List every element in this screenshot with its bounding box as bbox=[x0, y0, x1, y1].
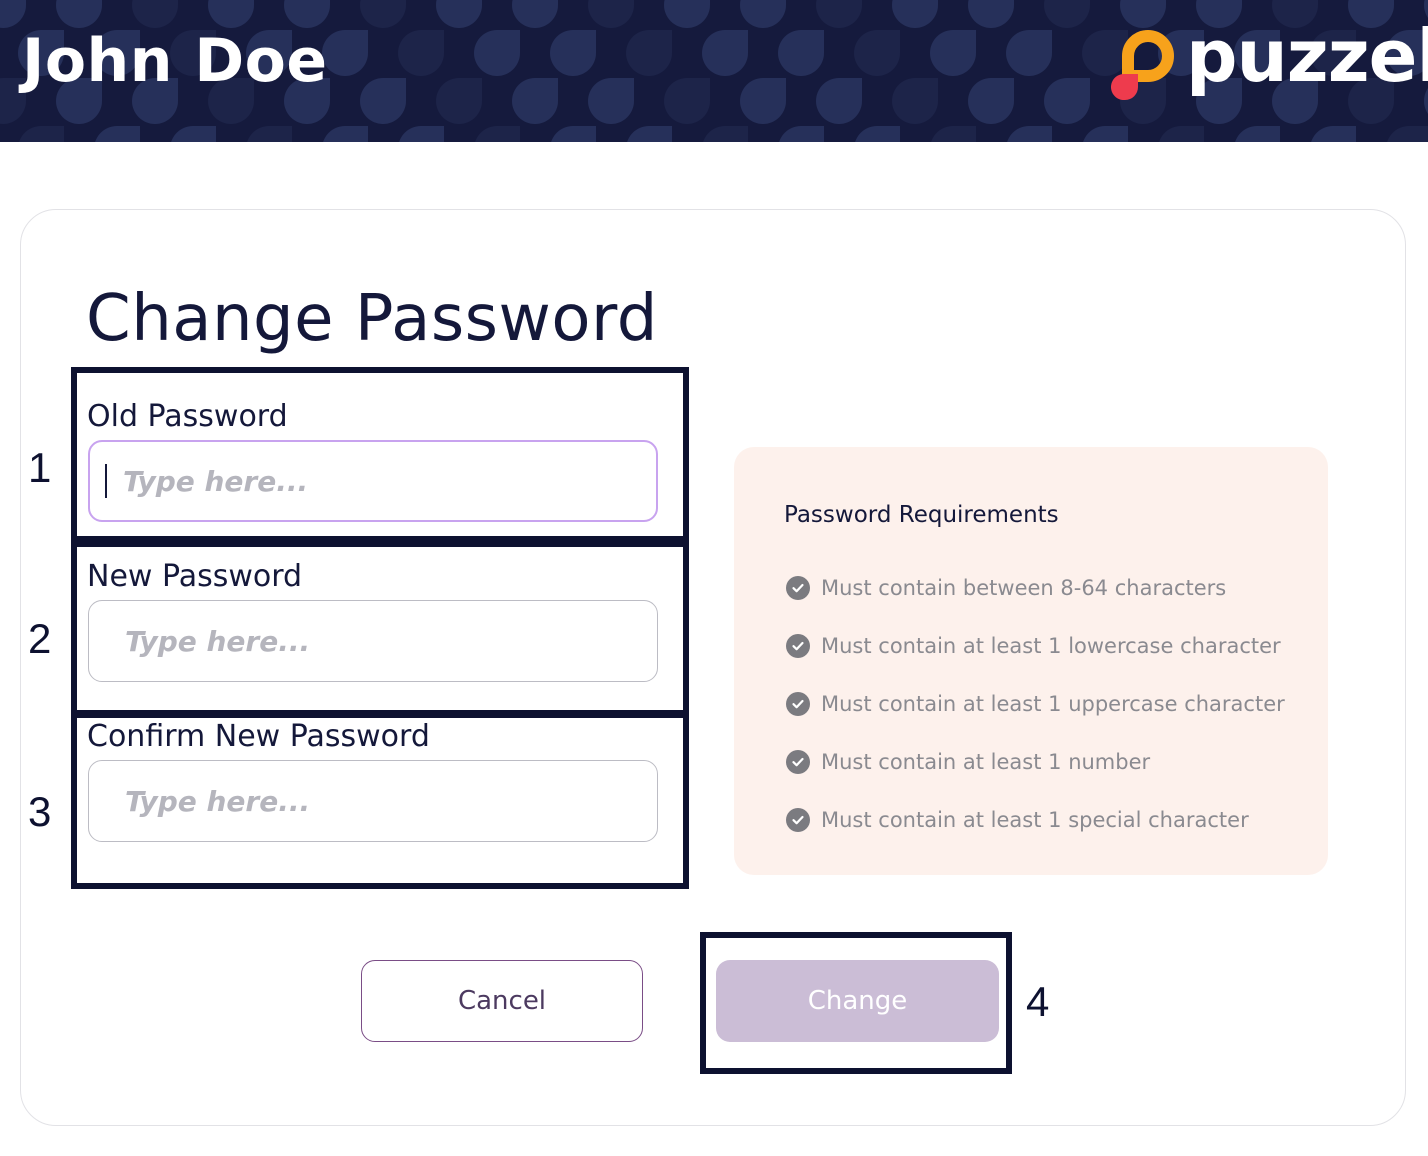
pattern-drop bbox=[702, 126, 748, 142]
requirement-item: Must contain at least 1 special characte… bbox=[786, 808, 1249, 832]
annotation-number-2: 2 bbox=[28, 615, 52, 662]
pattern-drop bbox=[512, 0, 558, 28]
new-password-label: New Password bbox=[87, 559, 303, 594]
pattern-drop bbox=[740, 78, 786, 124]
pattern-drop bbox=[778, 126, 824, 142]
annotation-number-3: 3 bbox=[28, 788, 52, 835]
pattern-drop bbox=[474, 30, 520, 76]
annotation-number-4: 4 bbox=[1026, 978, 1050, 1025]
pattern-drop bbox=[930, 30, 976, 76]
pattern-drop bbox=[0, 0, 26, 28]
annotation-number-1: 1 bbox=[28, 444, 52, 491]
pattern-drop bbox=[968, 78, 1014, 124]
pattern-drop bbox=[626, 30, 672, 76]
check-circle-icon bbox=[786, 692, 810, 716]
requirement-item: Must contain at least 1 uppercase charac… bbox=[786, 692, 1285, 716]
pattern-drop bbox=[778, 30, 824, 76]
pattern-drop bbox=[398, 30, 444, 76]
pattern-drop bbox=[550, 30, 596, 76]
user-name: John Doe bbox=[22, 26, 328, 96]
pattern-drop bbox=[322, 30, 368, 76]
old-password-input[interactable]: Type here... bbox=[88, 440, 658, 522]
puzzel-logo: puzzel bbox=[1108, 14, 1428, 114]
pattern-drop bbox=[436, 78, 482, 124]
pattern-drop bbox=[170, 126, 216, 142]
pattern-drop bbox=[664, 78, 710, 124]
pattern-drop bbox=[588, 0, 634, 28]
pattern-drop bbox=[360, 0, 406, 28]
pattern-drop bbox=[1006, 126, 1052, 142]
logo-text: puzzel bbox=[1186, 14, 1428, 98]
cancel-button[interactable]: Cancel bbox=[361, 960, 643, 1042]
check-circle-icon bbox=[786, 808, 810, 832]
pattern-drop bbox=[1234, 126, 1280, 142]
pattern-drop bbox=[1158, 126, 1204, 142]
pattern-drop bbox=[892, 78, 938, 124]
requirement-text: Must contain at least 1 uppercase charac… bbox=[821, 692, 1285, 716]
pattern-drop bbox=[284, 0, 330, 28]
new-password-placeholder: Type here... bbox=[125, 624, 311, 658]
pattern-drop bbox=[1044, 78, 1090, 124]
pattern-drop bbox=[1006, 30, 1052, 76]
logo-mark-icon bbox=[1110, 30, 1174, 101]
requirement-text: Must contain at least 1 number bbox=[821, 750, 1151, 774]
pattern-drop bbox=[56, 0, 102, 28]
requirement-item: Must contain at least 1 lowercase charac… bbox=[786, 634, 1281, 658]
requirement-text: Must contain between 8-64 characters bbox=[821, 576, 1227, 600]
pattern-drop bbox=[816, 78, 862, 124]
requirement-item: Must contain at least 1 number bbox=[786, 750, 1150, 774]
app-header: John Doe puzzel bbox=[0, 0, 1428, 142]
password-requirements-panel: Password Requirements Must contain betwe… bbox=[734, 447, 1328, 875]
pattern-drop bbox=[550, 126, 596, 142]
requirement-text: Must contain at least 1 special characte… bbox=[821, 808, 1249, 832]
requirement-text: Must contain at least 1 lowercase charac… bbox=[821, 634, 1281, 658]
pattern-drop bbox=[474, 126, 520, 142]
pattern-drop bbox=[816, 0, 862, 28]
pattern-drop bbox=[854, 126, 900, 142]
old-password-label: Old Password bbox=[87, 399, 288, 434]
pattern-drop bbox=[1310, 126, 1356, 142]
pattern-drop bbox=[322, 126, 368, 142]
pattern-drop bbox=[360, 78, 406, 124]
pattern-drop bbox=[1044, 0, 1090, 28]
pattern-drop bbox=[398, 126, 444, 142]
pattern-drop bbox=[18, 126, 64, 142]
change-button[interactable]: Change bbox=[716, 960, 999, 1042]
pattern-drop bbox=[930, 126, 976, 142]
pattern-drop bbox=[94, 126, 140, 142]
pattern-drop bbox=[892, 0, 938, 28]
new-password-input[interactable]: Type here... bbox=[88, 600, 658, 682]
requirement-item: Must contain between 8-64 characters bbox=[786, 576, 1226, 600]
pattern-drop bbox=[512, 78, 558, 124]
check-circle-icon bbox=[786, 634, 810, 658]
pattern-drop bbox=[588, 78, 634, 124]
requirements-title: Password Requirements bbox=[784, 502, 1059, 528]
page-title: Change Password bbox=[86, 282, 658, 356]
pattern-drop bbox=[702, 30, 748, 76]
confirm-password-label: Confirm New Password bbox=[87, 719, 430, 754]
pattern-drop bbox=[436, 0, 482, 28]
pattern-drop bbox=[626, 126, 672, 142]
confirm-password-placeholder: Type here... bbox=[125, 784, 311, 818]
pattern-drop bbox=[208, 0, 254, 28]
pattern-drop bbox=[854, 30, 900, 76]
check-circle-icon bbox=[786, 576, 810, 600]
pattern-drop bbox=[1386, 126, 1428, 142]
pattern-drop bbox=[132, 0, 178, 28]
pattern-drop bbox=[968, 0, 1014, 28]
check-circle-icon bbox=[786, 750, 810, 774]
confirm-password-input[interactable]: Type here... bbox=[88, 760, 658, 842]
old-password-placeholder: Type here... bbox=[123, 464, 309, 498]
pattern-drop bbox=[740, 0, 786, 28]
text-caret bbox=[105, 464, 107, 498]
pattern-drop bbox=[246, 126, 292, 142]
pattern-drop bbox=[664, 0, 710, 28]
pattern-drop bbox=[1082, 126, 1128, 142]
